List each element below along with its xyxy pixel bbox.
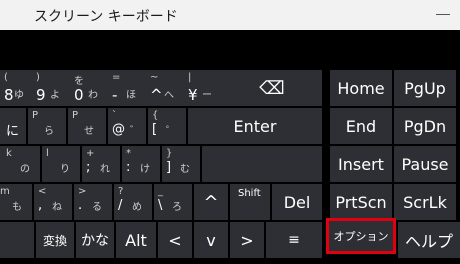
key-right-bracket[interactable]: } ] む bbox=[162, 146, 200, 182]
key-0[interactable]: を 0 わ bbox=[70, 70, 108, 106]
key-o[interactable]: に bbox=[0, 108, 26, 144]
shift-key[interactable]: Shift bbox=[230, 184, 270, 220]
alt-key[interactable]: Alt bbox=[116, 222, 156, 258]
key-comma[interactable]: < , ね bbox=[34, 184, 72, 220]
scrlk-key[interactable]: ScrLk bbox=[394, 184, 456, 220]
key-slash[interactable]: ? / め bbox=[114, 184, 152, 220]
menu-icon: ≡ bbox=[288, 232, 300, 248]
key-9[interactable]: ) 9 よ bbox=[32, 70, 70, 106]
up-arrow-icon: ^ bbox=[203, 191, 219, 213]
key-period[interactable]: > . る bbox=[74, 184, 112, 220]
key-yen[interactable]: | ¥ ー bbox=[184, 70, 222, 106]
key-m[interactable]: m も bbox=[0, 184, 32, 220]
key-at[interactable]: ` @ ゛ bbox=[108, 108, 146, 144]
menu-key[interactable]: ≡ bbox=[266, 222, 322, 258]
key-8[interactable]: ( 8 ゆ bbox=[0, 70, 32, 106]
options-button[interactable]: オプション bbox=[326, 218, 396, 254]
key-colon[interactable]: * : け bbox=[122, 146, 160, 182]
key-caret[interactable]: ~ ^ へ bbox=[146, 70, 184, 106]
prtscn-key[interactable]: PrtScn bbox=[330, 184, 392, 220]
kana-key[interactable]: かな bbox=[76, 222, 114, 258]
insert-key[interactable]: Insert bbox=[330, 146, 392, 182]
key-p[interactable]: P ら bbox=[28, 108, 66, 144]
enter-key[interactable]: Enter bbox=[188, 108, 322, 144]
right-arrow-icon: > bbox=[240, 230, 254, 250]
key-k[interactable]: k の bbox=[0, 146, 40, 182]
end-key[interactable]: End bbox=[330, 108, 392, 144]
pgup-key[interactable]: PgUp bbox=[394, 70, 456, 106]
backspace-key[interactable]: ⌫ bbox=[222, 70, 322, 106]
pause-key[interactable]: Pause bbox=[394, 146, 456, 182]
key-blank-row3[interactable] bbox=[202, 146, 322, 182]
key-l[interactable]: l り bbox=[42, 146, 80, 182]
up-arrow-key[interactable]: ^ bbox=[194, 184, 228, 220]
del-key[interactable]: Del bbox=[272, 184, 322, 220]
left-arrow-icon: < bbox=[168, 230, 182, 250]
home-key[interactable]: Home bbox=[330, 70, 392, 106]
key-bracket[interactable]: { [ ゜ bbox=[148, 108, 186, 144]
right-arrow-key[interactable]: > bbox=[230, 222, 264, 258]
down-arrow-key[interactable]: v bbox=[194, 222, 228, 258]
title-bar: スクリーン キーボード bbox=[0, 0, 460, 30]
window-title: スクリーン キーボード bbox=[34, 9, 178, 25]
on-screen-keyboard: ( 8 ゆ ) 9 よ を 0 わ = - ほ ~ ^ へ | ¥ ー ⌫ に … bbox=[0, 30, 460, 264]
backspace-icon: ⌫ bbox=[259, 77, 285, 99]
minimize-icon[interactable] bbox=[436, 14, 450, 15]
key-p2[interactable]: P せ bbox=[68, 108, 106, 144]
key-backslash[interactable]: _ \ ろ bbox=[154, 184, 192, 220]
key-semicolon[interactable]: + ; れ bbox=[82, 146, 120, 182]
henkan-key[interactable]: 変換 bbox=[36, 222, 74, 258]
pgdn-key[interactable]: PgDn bbox=[394, 108, 456, 144]
key-minus[interactable]: = - ほ bbox=[108, 70, 146, 106]
key-blank-row5[interactable] bbox=[0, 222, 34, 258]
down-arrow-icon: v bbox=[206, 230, 216, 250]
help-button[interactable]: ヘルプ bbox=[398, 222, 460, 258]
left-arrow-key[interactable]: < bbox=[158, 222, 192, 258]
